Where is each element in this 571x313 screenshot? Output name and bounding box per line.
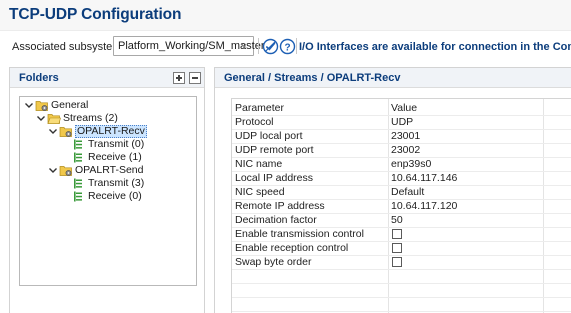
check-circle-icon[interactable] [262, 38, 279, 55]
tree-node-label: OPALRT-Recv [75, 125, 147, 138]
list-icon [74, 152, 82, 163]
table-row[interactable]: Protocol UDP [232, 116, 571, 129]
param-name: UDP remote port [235, 144, 314, 156]
page-title: TCP-UDP Configuration [9, 6, 182, 23]
subsystem-select[interactable]: Platform_Working/SM_master ∨ [113, 36, 265, 56]
param-value[interactable]: 23001 [391, 130, 541, 143]
table-header-row: Parameter Value [232, 102, 571, 115]
chevron-down-icon[interactable] [24, 100, 34, 111]
list-icon [74, 178, 82, 189]
column-header-value: Value [391, 102, 418, 114]
chevron-down-icon[interactable]: ∨ [238, 39, 250, 53]
param-value[interactable]: Default [391, 186, 541, 199]
param-name: Enable transmission control [235, 228, 364, 240]
list-icon [74, 139, 82, 150]
param-name: NIC speed [235, 186, 285, 198]
row-divider [232, 269, 571, 270]
tree-node-label: OPALRT-Send [75, 164, 144, 176]
row-divider [232, 297, 571, 298]
tree-node-label: Transmit (0) [88, 138, 145, 150]
param-name: Protocol [235, 116, 274, 128]
param-name: Swap byte order [235, 256, 312, 268]
folder-gear-icon [59, 127, 72, 137]
param-name: Remote IP address [235, 200, 325, 212]
collapse-all-button[interactable] [189, 72, 201, 84]
io-interfaces-message: I/O Interfaces are available for connect… [299, 41, 571, 53]
subsystem-row: Associated subsystem: Platform_Working/S… [0, 31, 571, 62]
param-value[interactable]: 10.64.117.120 [391, 200, 541, 213]
row-divider [232, 283, 571, 284]
swap-byte-order-checkbox[interactable] [392, 257, 402, 267]
param-name: NIC name [235, 158, 283, 170]
table-row[interactable]: Swap byte order [232, 256, 571, 269]
folders-panel: Folders General Streams (2) OPALRT-Recv … [9, 67, 205, 313]
param-value[interactable]: UDP [391, 116, 541, 129]
param-value[interactable]: 50 [391, 214, 541, 227]
table-row[interactable]: Enable reception control [232, 242, 571, 255]
param-value[interactable]: 23002 [391, 144, 541, 157]
table-row[interactable]: UDP local port 23001 [232, 130, 571, 143]
svg-text:?: ? [284, 43, 290, 54]
column-header-parameter: Parameter [235, 102, 285, 114]
tree-node-label: Receive (0) [88, 190, 142, 202]
param-value[interactable]: 10.64.117.146 [391, 172, 541, 185]
param-name: Decimation factor [235, 214, 317, 226]
details-header: General / Streams / OPALRT-Recv [215, 68, 571, 88]
chevron-down-icon[interactable] [48, 126, 58, 137]
table-row[interactable]: UDP remote port 23002 [232, 144, 571, 157]
param-value[interactable]: enp39s0 [391, 158, 541, 171]
folder-gear-icon [35, 101, 48, 111]
enable-reception-control-checkbox[interactable] [392, 243, 402, 253]
table-row[interactable]: Enable transmission control [232, 228, 571, 241]
folders-title: Folders [19, 72, 59, 84]
table-row[interactable]: Decimation factor 50 [232, 214, 571, 227]
table-row[interactable]: NIC name enp39s0 [232, 158, 571, 171]
table-row[interactable]: Remote IP address 10.64.117.120 [232, 200, 571, 213]
folder-gear-icon [59, 166, 72, 176]
param-name: Local IP address [235, 172, 314, 184]
subsystem-label: Associated subsystem: [12, 41, 125, 53]
chevron-down-icon[interactable] [36, 113, 46, 124]
expand-all-button[interactable] [173, 72, 185, 84]
folders-header: Folders [10, 68, 204, 88]
breadcrumb: General / Streams / OPALRT-Recv [224, 72, 401, 84]
chevron-down-icon[interactable] [48, 165, 58, 176]
tree-node-label: Streams (2) [63, 112, 118, 124]
param-name: UDP local port [235, 130, 303, 142]
tree-node-label: Transmit (3) [88, 177, 145, 189]
list-icon [74, 191, 82, 202]
title-bar: TCP-UDP Configuration [0, 0, 571, 31]
properties-table: Parameter Value Protocol UDP UDP local p… [231, 98, 571, 313]
table-row[interactable]: Local IP address 10.64.117.146 [232, 172, 571, 185]
details-panel: General / Streams / OPALRT-Recv Paramete… [214, 67, 571, 313]
separator [296, 38, 297, 54]
folder-icon [47, 114, 61, 124]
param-name: Enable reception control [235, 242, 349, 254]
separator [258, 38, 259, 54]
folder-tree: General Streams (2) OPALRT-Recv Transmit… [19, 96, 197, 286]
table-row[interactable]: NIC speed Default [232, 186, 571, 199]
help-icon[interactable]: ? [279, 38, 296, 55]
row-divider [232, 311, 571, 312]
tree-node-label: Receive (1) [88, 151, 142, 163]
tree-node-label: General [51, 99, 89, 111]
enable-transmission-control-checkbox[interactable] [392, 229, 402, 239]
